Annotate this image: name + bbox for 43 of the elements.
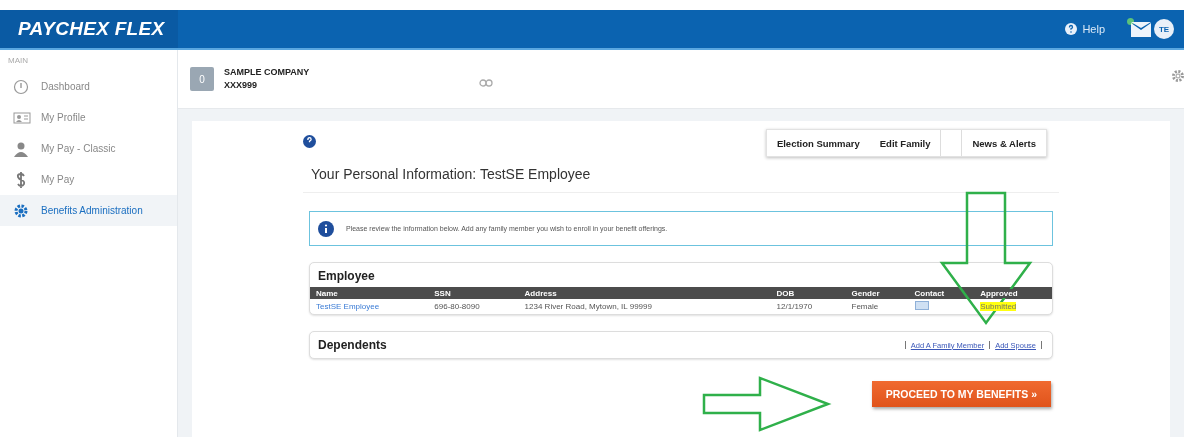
column-header: Approved: [980, 288, 1018, 298]
company-badge: 0: [190, 67, 214, 91]
person-icon: [13, 140, 31, 157]
table-cell: 12/1/1970: [770, 299, 846, 314]
column-header: Contact: [914, 288, 945, 298]
tab[interactable]: Election Summary: [766, 130, 870, 156]
sidebar-item[interactable]: Dashboard: [0, 71, 177, 102]
help-icon: [1065, 23, 1078, 35]
dashboard-icon: [13, 78, 31, 95]
page-title: Your Personal Information: TestSE Employee: [303, 163, 1059, 193]
help-link[interactable]: Help: [1065, 23, 1105, 35]
sidebar-item[interactable]: My Profile: [0, 102, 177, 133]
column-header: Name: [316, 288, 338, 298]
notification-dot: [1127, 17, 1134, 25]
column-header: SSN: [434, 288, 451, 298]
status-label: Submitted: [980, 302, 1017, 311]
sidebar-item[interactable]: Benefits Administration: [0, 195, 177, 226]
company-name: SAMPLE COMPANY XXX999: [224, 66, 310, 92]
mail-button[interactable]: [1131, 21, 1151, 37]
proceed-button[interactable]: PROCEED TO MY BENEFITS »: [871, 381, 1051, 407]
help-icon[interactable]: [303, 135, 316, 148]
column-header: DOB: [776, 288, 795, 298]
panel-title: Dependents: [318, 338, 387, 352]
link-icon[interactable]: [479, 79, 494, 87]
envelope-icon: [1131, 21, 1151, 37]
profile-icon: [13, 109, 31, 126]
sidebar-item[interactable]: My Pay - Classic: [0, 133, 177, 164]
column-header: Address: [524, 288, 557, 298]
table-cell: Female: [845, 299, 909, 314]
panel-title: Employee: [317, 268, 376, 285]
settings-icon[interactable]: [1170, 68, 1184, 84]
table-cell: 696-80-8090: [428, 299, 519, 314]
tab[interactable]: Edit Family: [869, 130, 941, 156]
user-avatar[interactable]: TE: [1154, 19, 1174, 39]
sidebar-item[interactable]: My Pay: [0, 164, 177, 195]
tab[interactable]: News & Alerts: [962, 130, 1046, 156]
info-icon: [318, 220, 334, 237]
employee-link[interactable]: TestSE Employee: [316, 302, 380, 311]
brand-logo: PAYCHEX FLEX: [0, 10, 178, 48]
column-header: Gender: [851, 288, 880, 298]
section-label: MAIN: [7, 56, 29, 65]
table-cell: 1234 River Road, Mytown, IL 99999: [518, 299, 771, 314]
envelope-icon[interactable]: [914, 301, 929, 310]
